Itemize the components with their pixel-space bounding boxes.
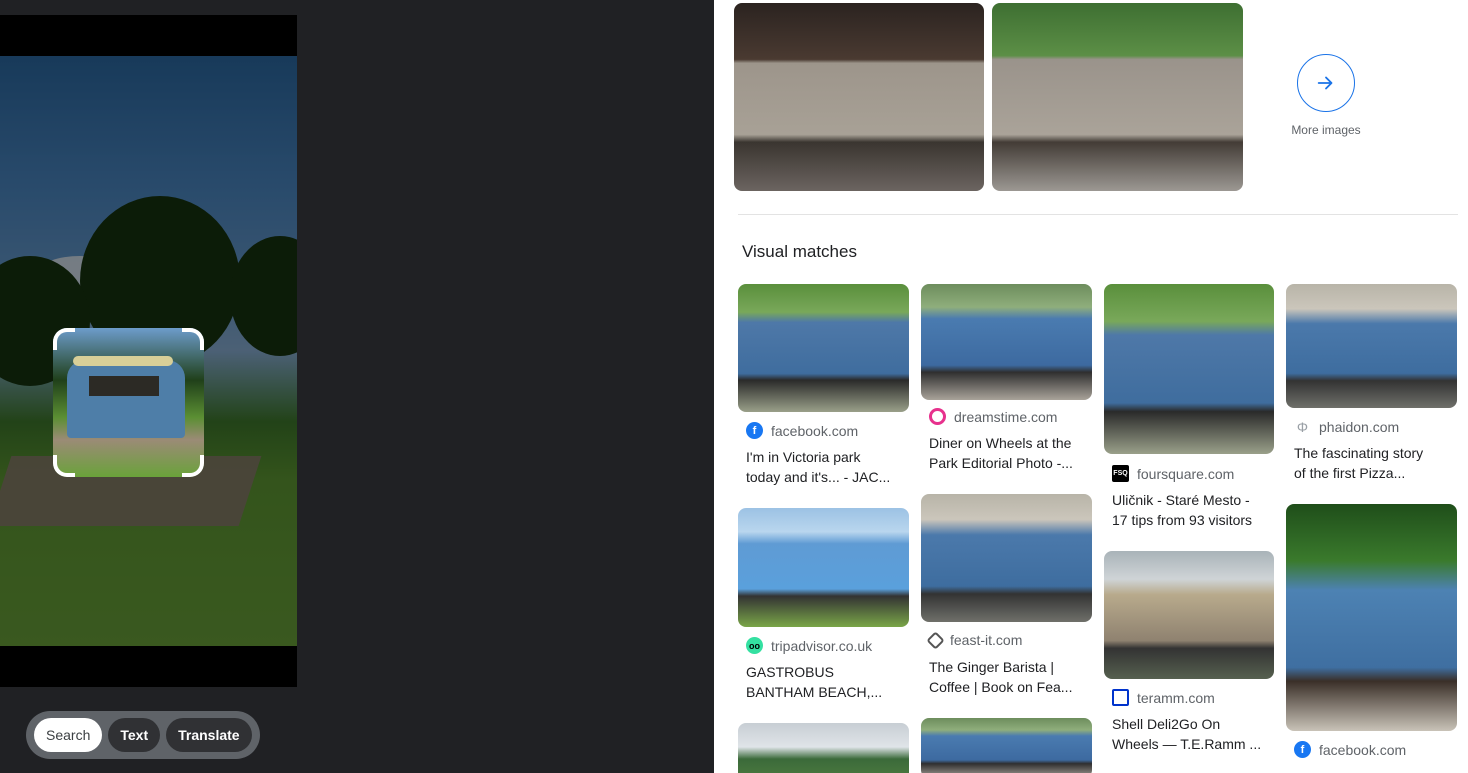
more-images-label: More images [1291,123,1361,137]
match-title-line: Coffee | Book on Fea... [929,679,1073,695]
match-source-label: teramm.com [1137,689,1215,706]
mode-translate-button[interactable]: Translate [166,718,252,752]
match-title-5[interactable]: GASTROBUS BANTHAM BEACH,... [746,662,906,702]
match-source-8[interactable]: f facebook.com [1294,741,1406,758]
match-image-10[interactable] [921,718,1092,773]
match-title-line: Wheels — T.E.Ramm ... [1112,736,1262,752]
results-panel: More images Visual matches f facebook.co… [714,0,1468,773]
match-source-label: facebook.com [1319,741,1407,758]
feast-it-icon [926,630,945,650]
match-title-line: Park Editorial Photo -... [929,455,1073,471]
match-source-label: facebook.com [771,422,859,439]
match-title-line: Diner on Wheels at the [929,435,1072,451]
match-title-line: I'm in Victoria park [746,449,861,465]
match-title-7[interactable]: Shell Deli2Go On Wheels — T.E.Ramm ... [1112,714,1272,754]
match-image-6[interactable] [921,494,1092,622]
match-title-line: Uličnik - Staré Mesto - [1112,492,1250,508]
tripadvisor-icon: oo [746,637,763,654]
match-title-line: today and it's... - JAC... [746,469,891,485]
match-title-3[interactable]: Uličnik - Staré Mesto - 17 tips from 93 … [1112,490,1272,530]
match-image-9[interactable] [738,723,909,773]
match-image-1[interactable] [738,284,909,412]
facebook-icon: f [1294,741,1311,758]
match-source-label: dreamstime.com [954,408,1058,425]
match-title-line: of the first Pizza... [1294,465,1406,481]
match-source-4[interactable]: Φ phaidon.com [1294,418,1399,435]
selected-van [67,356,185,438]
related-image-2[interactable] [992,3,1243,191]
foursquare-icon: FSQ [1112,465,1129,482]
match-source-3[interactable]: FSQ foursquare.com [1112,465,1234,482]
source-image-frame [0,15,297,687]
match-title-line: Shell Deli2Go On [1112,716,1221,732]
match-title-line: The fascinating story [1294,445,1424,461]
lens-image-panel: Search Text Translate [0,0,714,773]
crop-handle-top-left[interactable] [53,328,75,350]
match-title-line: GASTROBUS [746,664,834,680]
match-source-label: phaidon.com [1319,418,1400,435]
match-source-6[interactable]: feast-it.com [926,630,1023,650]
match-title-line: BANTHAM BEACH,... [746,684,883,700]
match-source-5[interactable]: oo tripadvisor.co.uk [746,637,872,654]
match-image-4[interactable] [1286,284,1457,408]
match-source-label: tripadvisor.co.uk [771,637,873,654]
match-title-2[interactable]: Diner on Wheels at the Park Editorial Ph… [929,433,1089,473]
arrow-right-icon [1317,76,1333,90]
more-images-button[interactable] [1297,54,1355,112]
match-image-5[interactable] [738,508,909,627]
match-image-7[interactable] [1104,551,1274,679]
match-image-2[interactable] [921,284,1092,400]
facebook-icon: f [746,422,763,439]
match-image-8[interactable] [1286,504,1457,731]
mode-text-button[interactable]: Text [108,718,161,752]
related-image-1[interactable] [734,3,984,191]
match-title-4[interactable]: The fascinating story of the first Pizza… [1294,443,1454,483]
match-source-7[interactable]: teramm.com [1112,689,1215,706]
match-title-1[interactable]: I'm in Victoria park today and it's... -… [746,447,906,487]
match-source-2[interactable]: dreamstime.com [929,408,1057,425]
mode-search-button[interactable]: Search [34,718,103,752]
match-source-label: foursquare.com [1137,465,1235,482]
divider [738,214,1458,215]
phaidon-icon: Φ [1294,418,1311,435]
match-source-1[interactable]: f facebook.com [746,422,858,439]
match-image-3[interactable] [1104,284,1274,454]
match-source-label: feast-it.com [950,632,1023,648]
match-title-line: The Ginger Barista | [929,659,1055,675]
visual-matches-heading: Visual matches [742,242,857,261]
lens-mode-bar: Search Text Translate [26,711,260,759]
dreamstime-icon [929,408,946,425]
teramm-icon [1112,689,1129,706]
match-title-6[interactable]: The Ginger Barista | Coffee | Book on Fe… [929,657,1089,697]
match-title-line: 17 tips from 93 visitors [1112,512,1253,528]
